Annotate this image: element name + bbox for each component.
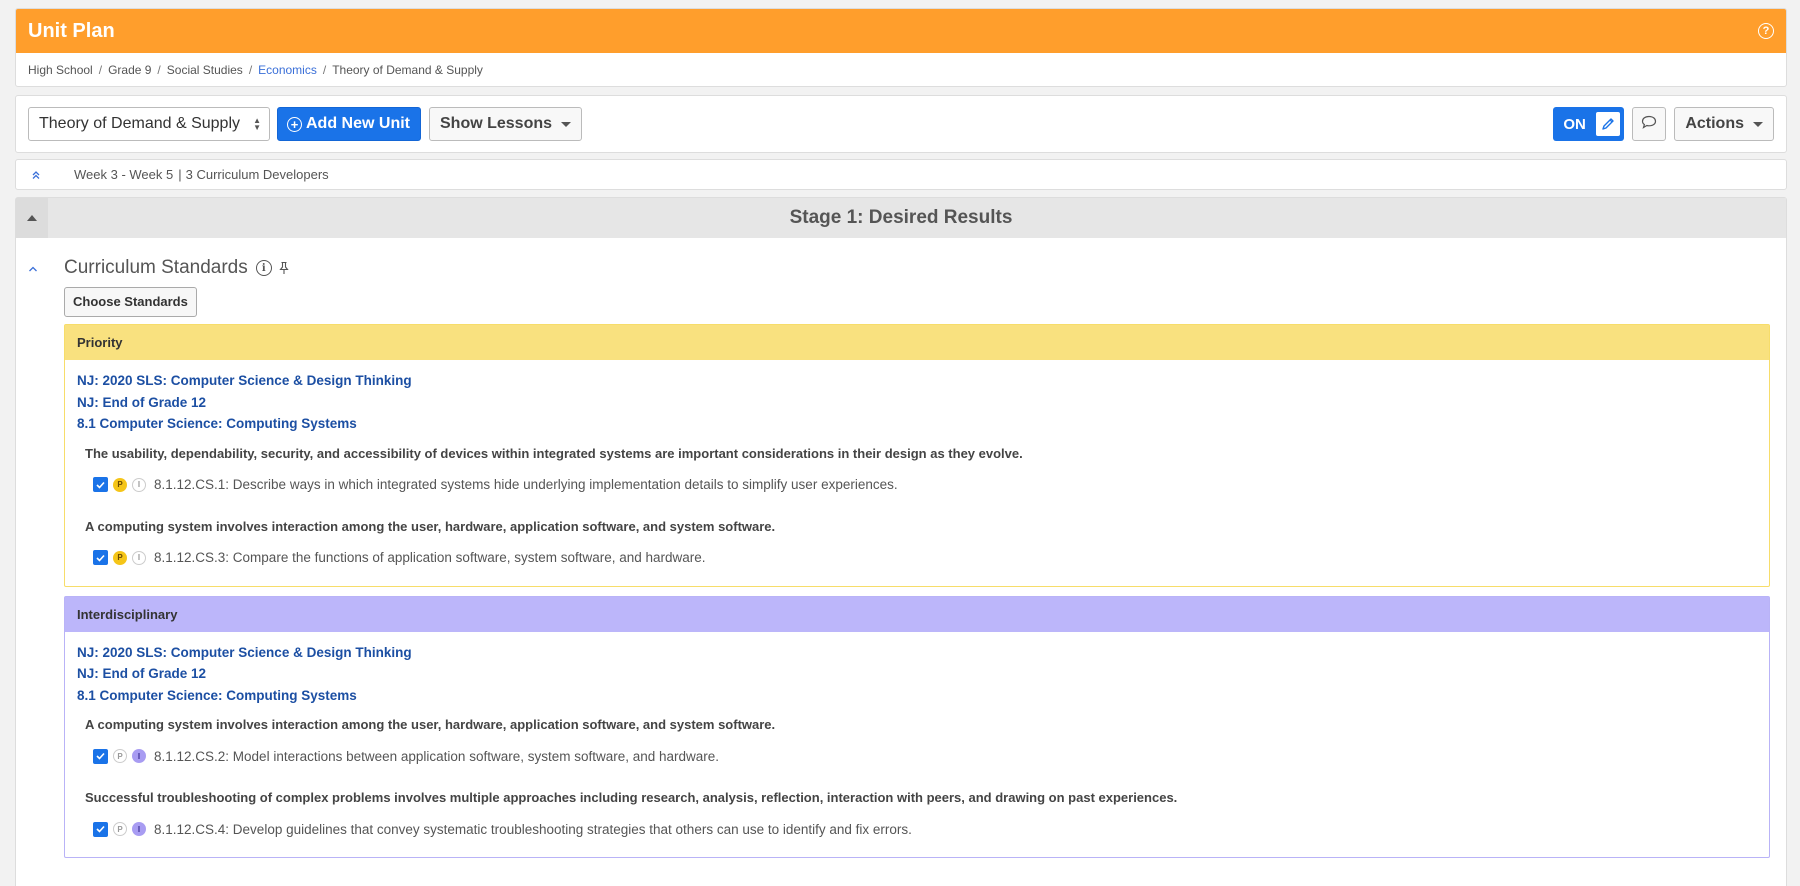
toggle-label: ON	[1563, 115, 1586, 133]
info-separator: |	[178, 167, 182, 182]
group-body: NJ: 2020 SLS: Computer Science & Design …	[65, 360, 1769, 586]
standard-description: Successful troubleshooting of complex pr…	[85, 790, 1178, 805]
chevron-down-icon	[561, 121, 572, 127]
standard-description: A computing system involves interaction …	[85, 518, 776, 534]
checkbox-checked[interactable]	[93, 550, 108, 565]
curriculum-standards-section: Curriculum Standards i Choose Standards …	[16, 238, 1786, 858]
chevron-down-icon	[1753, 121, 1763, 127]
checkbox-checked[interactable]	[93, 477, 108, 492]
standard-strand-link[interactable]: 8.1 Computer Science: Computing Systems	[77, 685, 1757, 707]
priority-badge[interactable]: P	[113, 822, 127, 836]
priority-badge[interactable]: P	[113, 749, 127, 763]
breadcrumb-separator: /	[248, 63, 253, 77]
standard-item: P I 8.1.12.CS.2: Model interactions betw…	[93, 746, 1757, 766]
section-title: Curriculum Standards	[64, 257, 248, 278]
actions-dropdown[interactable]: Actions	[1674, 107, 1774, 141]
unit-weeks: Week 3 - Week 5	[74, 167, 174, 182]
stage-title: Stage 1: Desired Results	[789, 207, 1013, 228]
priority-standards-group: Priority NJ: 2020 SLS: Computer Science …	[64, 324, 1770, 587]
double-chevron-up-icon[interactable]	[16, 170, 56, 180]
standard-description: The usability, dependability, security, …	[85, 445, 1023, 461]
curriculum-developers-count[interactable]: 3 Curriculum Developers	[186, 167, 329, 182]
standard-item: P I 8.1.12.CS.4: Develop guidelines that…	[93, 819, 1757, 839]
breadcrumb-item-unit: Theory of Demand & Supply	[332, 63, 483, 77]
pencil-icon	[1596, 112, 1621, 136]
group-header: Interdisciplinary	[65, 596, 1769, 632]
checkbox-checked[interactable]	[93, 748, 108, 764]
checkbox-checked[interactable]	[93, 821, 108, 837]
standard-description: A computing system involves interaction …	[85, 717, 776, 732]
standard-code-text: 8.1.12.CS.4: Develop guidelines that con…	[154, 821, 912, 837]
group-body: NJ: 2020 SLS: Computer Science & Design …	[65, 632, 1769, 858]
unit-select[interactable]: Theory of Demand & Supply ▲ ▼	[28, 107, 270, 141]
comments-button[interactable]	[1632, 107, 1667, 141]
question-circle-icon[interactable]: ?	[1758, 23, 1774, 39]
section-header: Curriculum Standards i	[64, 238, 1770, 282]
standard-item: P I 8.1.12.CS.1: Describe ways in which …	[93, 475, 1757, 495]
info-icon[interactable]: i	[255, 260, 272, 276]
breadcrumb: High School / Grade 9 / Social Studies /…	[16, 53, 1786, 86]
unit-info-strip: Week 3 - Week 5 | 3 Curriculum Developer…	[15, 159, 1787, 190]
header-bar: Unit Plan ?	[16, 9, 1786, 53]
breadcrumb-item-grade: Grade 9	[108, 63, 152, 77]
stage-panel: Stage 1: Desired Results Curriculum Stan…	[15, 197, 1787, 886]
breadcrumb-separator: /	[157, 63, 161, 77]
breadcrumb-separator: /	[98, 63, 103, 77]
group-header: Priority	[65, 325, 1769, 360]
standard-grade-link[interactable]: NJ: End of Grade 12	[77, 392, 1757, 414]
pin-icon[interactable]	[278, 261, 290, 275]
triangle-up-icon	[27, 215, 37, 221]
collapse-stage-button[interactable]	[16, 198, 48, 238]
toolbar: Theory of Demand & Supply ▲ ▼ + Add New U…	[15, 95, 1787, 153]
interdisciplinary-badge[interactable]: I	[132, 550, 146, 565]
standard-item: P I 8.1.12.CS.3: Compare the functions o…	[93, 548, 1757, 568]
interdisciplinary-standards-group: Interdisciplinary NJ: 2020 SLS: Computer…	[64, 595, 1770, 858]
show-lessons-dropdown[interactable]: Show Lessons	[429, 107, 583, 141]
standard-set-link[interactable]: NJ: 2020 SLS: Computer Science & Design …	[77, 642, 1757, 664]
interdisciplinary-badge[interactable]: I	[132, 822, 146, 836]
choose-standards-button[interactable]: Choose Standards	[64, 287, 197, 317]
breadcrumb-item-subject: Social Studies	[166, 63, 243, 77]
interdisciplinary-badge[interactable]: I	[132, 477, 146, 492]
standard-code-text: 8.1.12.CS.1: Describe ways in which inte…	[154, 477, 898, 492]
show-lessons-label: Show Lessons	[440, 115, 553, 132]
plus-circle-icon: +	[287, 116, 302, 132]
add-new-unit-label: Add New Unit	[306, 115, 410, 132]
actions-label: Actions	[1685, 115, 1744, 132]
toolbar-right-group: ON Actions	[1553, 107, 1774, 141]
unit-plan-header: Unit Plan ? High School / Grade 9 / Soci…	[15, 8, 1787, 87]
priority-badge[interactable]: P	[113, 477, 127, 492]
breadcrumb-item-school: High School	[28, 63, 93, 77]
add-new-unit-button[interactable]: + Add New Unit	[277, 107, 421, 141]
select-arrows-icon: ▲ ▼	[253, 116, 261, 132]
chevron-up-icon[interactable]	[28, 260, 38, 278]
standard-set-link[interactable]: NJ: 2020 SLS: Computer Science & Design …	[77, 370, 1757, 392]
priority-badge[interactable]: P	[113, 550, 127, 565]
standard-code-text: 8.1.12.CS.2: Model interactions between …	[154, 748, 720, 764]
edit-mode-toggle[interactable]: ON	[1553, 107, 1625, 141]
standard-grade-link[interactable]: NJ: End of Grade 12	[77, 663, 1757, 685]
stage-header: Stage 1: Desired Results	[16, 198, 1786, 238]
page-title: Unit Plan	[28, 19, 115, 42]
comment-icon	[1641, 115, 1657, 134]
standard-strand-link[interactable]: 8.1 Computer Science: Computing Systems	[77, 413, 1757, 435]
interdisciplinary-badge[interactable]: I	[132, 749, 146, 763]
standard-code-text: 8.1.12.CS.3: Compare the functions of ap…	[154, 550, 706, 565]
unit-select-value: Theory of Demand & Supply	[39, 115, 240, 132]
breadcrumb-item-course[interactable]: Economics	[258, 63, 317, 77]
breadcrumb-separator: /	[322, 63, 327, 77]
